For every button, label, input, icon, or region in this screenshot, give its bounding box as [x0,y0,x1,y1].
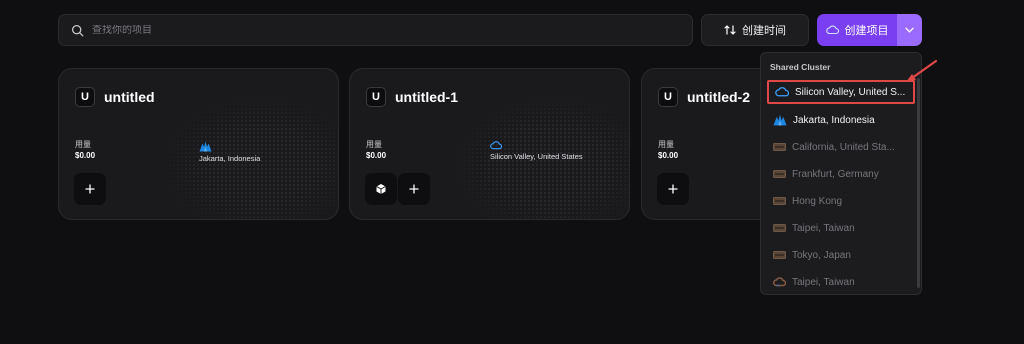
project-region: Silicon Valley, United States [490,141,583,161]
create-project-dropdown-toggle[interactable] [897,14,922,46]
usage-block: 用量 $0.00 [366,139,386,161]
dropdown-item-frankfurt: Frankfurt, Germany [767,162,915,186]
dropdown-item-label: Tokyo, Japan [792,249,851,261]
dropdown-item-label: Silicon Valley, United S... [795,86,906,98]
project-avatar: U [75,87,95,107]
server-icon [773,197,786,205]
cube-button[interactable] [365,173,397,205]
server-icon [773,251,786,259]
dropdown-item-california: California, United Sta... [767,135,915,159]
project-card[interactable]: U untitled-1 用量 $0.00 Silicon Valley, Un… [349,68,630,220]
dropdown-item-label: Taipei, Taiwan [792,222,855,234]
search-icon [71,24,84,36]
region-label: Jakarta, Indonesia [199,154,261,163]
server-icon [773,170,786,178]
sort-label: 创建时间 [742,25,786,37]
dropdown-item-taipei-gcp: Taipei, Taiwan [767,270,915,294]
dropdown-item-label: Frankfurt, Germany [792,168,879,180]
plus-icon [409,184,419,194]
server-icon [773,143,786,151]
dropdown-item-label: Hong Kong [792,195,843,207]
chevron-down-icon [905,27,914,33]
dropdown-item-label: California, United Sta... [792,141,895,153]
project-avatar: U [366,87,386,107]
sort-icon [724,25,736,35]
usage-value: $0.00 [75,151,96,160]
create-project-button[interactable]: 创建项目 [817,14,897,46]
dropdown-item-label: Taipei, Taiwan [792,276,855,288]
project-title[interactable]: untitled-1 [395,89,458,105]
project-title[interactable]: untitled-2 [687,89,750,105]
usage-value: $0.00 [658,151,679,160]
search-bar[interactable] [58,14,693,46]
region-dropdown-menu: Shared Cluster Silicon Valley, United S.… [760,52,922,295]
usage-block: 用量 $0.00 [658,139,678,161]
dropdown-scrollbar[interactable] [917,78,920,288]
dropdown-item-jakarta[interactable]: Jakarta, Indonesia [767,108,915,132]
project-title[interactable]: untitled [104,89,155,105]
search-input[interactable] [92,24,652,36]
cloud-icon [775,87,789,97]
sort-by-created-button[interactable]: 创建时间 [701,14,809,46]
plus-icon [668,184,678,194]
region-label: Silicon Valley, United States [490,152,583,161]
dropdown-item-silicon-valley[interactable]: Silicon Valley, United S... [767,80,915,104]
add-button[interactable] [657,173,689,205]
annotation-arrow-icon [906,59,938,82]
usage-label: 用量 [75,140,91,149]
usage-block: 用量 $0.00 [75,139,95,161]
cube-icon [376,184,386,194]
usage-value: $0.00 [366,151,387,160]
server-icon [773,224,786,232]
gcp-icon [773,277,786,287]
cloud-icon [490,141,502,150]
alibaba-cloud-icon [199,141,212,152]
create-project-label: 创建项目 [844,25,889,37]
project-card[interactable]: U untitled 用量 $0.00 Jakarta, Indonesia [58,68,339,220]
dropdown-section-header: Shared Cluster [770,62,831,72]
dropdown-item-tokyo: Tokyo, Japan [767,243,915,267]
dropdown-item-hong-kong: Hong Kong [767,189,915,213]
project-avatar: U [658,87,678,107]
dropdown-item-label: Jakarta, Indonesia [793,114,875,126]
add-button[interactable] [74,173,106,205]
plus-icon [85,184,95,194]
usage-label: 用量 [658,140,674,149]
cloud-icon [825,25,839,35]
add-button[interactable] [398,173,430,205]
dropdown-item-taipei: Taipei, Taiwan [767,216,915,240]
alibaba-cloud-icon [773,114,787,126]
usage-label: 用量 [366,140,382,149]
project-region: Jakarta, Indonesia [199,141,260,163]
